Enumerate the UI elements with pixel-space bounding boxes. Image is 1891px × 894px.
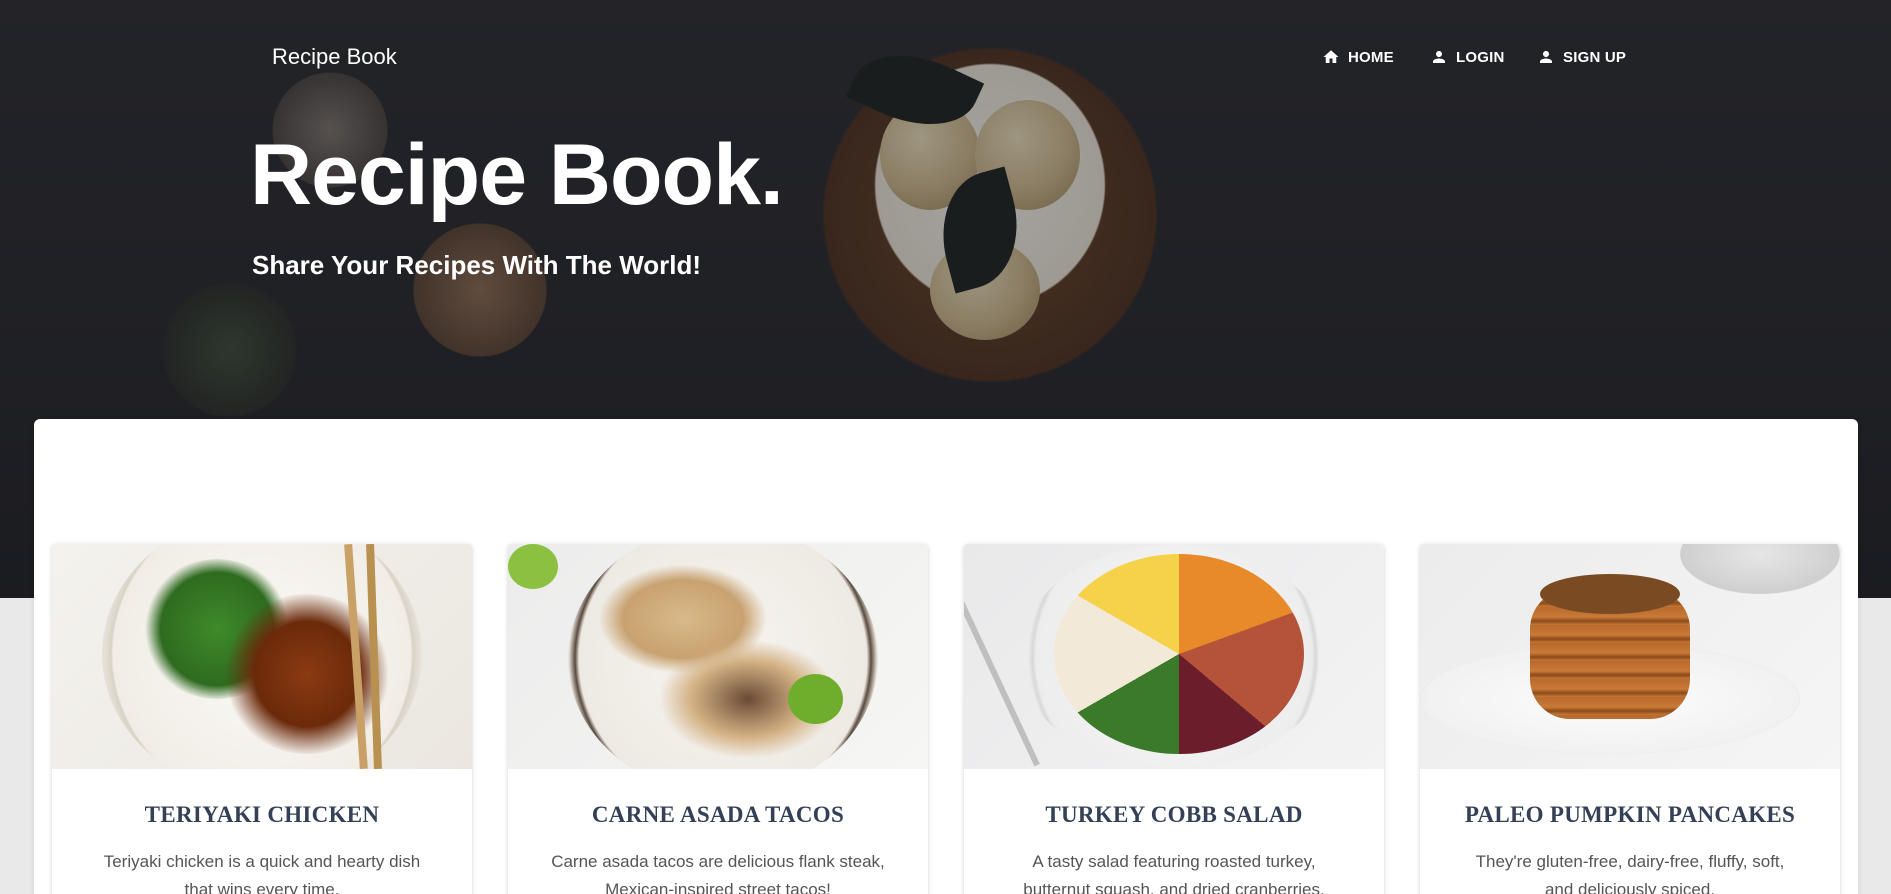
recipe-description: A tasty salad featuring roasted turkey, …: [1023, 852, 1325, 894]
lime-decoration: [788, 674, 843, 724]
recipe-description: Teriyaki chicken is a quick and hearty d…: [103, 852, 421, 894]
recipe-title[interactable]: PALEO PUMPKIN PANCAKES: [1420, 802, 1840, 828]
recipe-card[interactable]: PALEO PUMPKIN PANCAKES They're gluten-fr…: [1420, 544, 1840, 894]
pitcher-decoration: [1680, 544, 1840, 594]
recipe-image: [508, 544, 928, 769]
recipe-image: [1420, 544, 1840, 769]
recipe-card[interactable]: TERIYAKI CHICKEN Teriyaki chicken is a q…: [52, 544, 472, 894]
recipe-description: Carne asada tacos are delicious flank st…: [551, 852, 885, 894]
recipe-image: [964, 544, 1384, 769]
recipe-card[interactable]: CARNE ASADA TACOS Carne asada tacos are …: [508, 544, 928, 894]
nav-home[interactable]: HOME: [1322, 48, 1394, 66]
hero-title: Recipe Book.: [250, 127, 784, 223]
person-icon: [1433, 51, 1445, 63]
recipe-card[interactable]: TURKEY COBB SALAD A tasty salad featurin…: [964, 544, 1384, 894]
lime-decoration: [508, 544, 558, 589]
recipe-title[interactable]: CARNE ASADA TACOS: [508, 802, 928, 828]
recipe-description: They're gluten-free, dairy-free, fluffy,…: [1475, 852, 1785, 894]
nav-home-label: HOME: [1348, 48, 1394, 66]
chicken-decoration: [222, 594, 392, 754]
pecan-topping-decoration: [1540, 574, 1680, 614]
salad-decoration: [1054, 554, 1304, 754]
recipe-title[interactable]: TERIYAKI CHICKEN: [52, 802, 472, 828]
nav-login-label: LOGIN: [1456, 48, 1505, 66]
person-icon: [1540, 51, 1552, 63]
hero-subtitle: Share Your Recipes With The World!: [252, 250, 702, 280]
nav-login[interactable]: LOGIN: [1430, 48, 1505, 66]
top-navigation: HOME LOGIN SIGN UP: [0, 48, 1891, 70]
nav-signup-label: SIGN UP: [1563, 48, 1627, 66]
recipe-image: [52, 544, 472, 769]
home-icon: [1323, 50, 1339, 63]
recipe-title[interactable]: TURKEY COBB SALAD: [964, 802, 1384, 828]
nav-signup[interactable]: SIGN UP: [1537, 48, 1626, 66]
